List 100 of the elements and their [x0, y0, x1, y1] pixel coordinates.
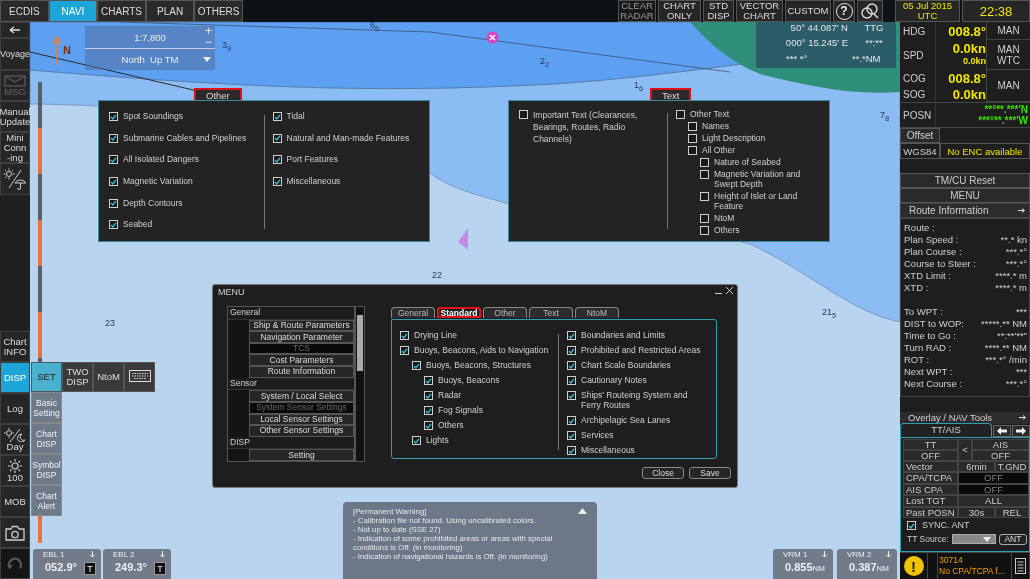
arrow-down-icon[interactable] — [90, 551, 95, 557]
weather-button[interactable] — [0, 163, 30, 195]
checkbox[interactable] — [519, 110, 528, 119]
layers-button[interactable] — [857, 0, 883, 22]
scrollbar[interactable] — [355, 306, 365, 462]
checkbox[interactable] — [109, 177, 118, 187]
chart-info-button[interactable]: Chart INFO — [0, 331, 30, 362]
toolbar-button[interactable]: STD DISP — [703, 0, 734, 22]
tree-item[interactable]: Cost Parameters — [249, 354, 354, 367]
help-button[interactable]: ? — [833, 0, 855, 22]
checkbox[interactable] — [109, 155, 118, 165]
alert-icon[interactable]: ! — [903, 556, 924, 576]
dialog-button[interactable]: Close — [642, 467, 684, 479]
side-button[interactable]: Mini Conn -ing — [0, 132, 30, 163]
mode-tab[interactable]: PLAN — [145, 0, 195, 22]
toolbar-button[interactable]: CHART ONLY — [658, 0, 701, 22]
mob-button[interactable]: MOB — [0, 486, 30, 517]
checkbox[interactable] — [272, 112, 282, 121]
submenu-item[interactable]: Chart DISP — [31, 423, 62, 454]
orientation-dropdown[interactable]: North Up TM — [85, 48, 215, 70]
side-button[interactable]: Voyage — [0, 38, 30, 70]
tt-toggle[interactable]: OFF — [903, 449, 958, 461]
mode-tab[interactable]: OTHERS — [194, 0, 243, 22]
display-tab[interactable]: NtoM — [93, 362, 124, 392]
side-button[interactable]: Log — [0, 393, 30, 424]
settings-tab[interactable]: Other — [483, 307, 527, 318]
checkbox[interactable] — [567, 431, 576, 440]
checkbox[interactable] — [700, 158, 709, 167]
tree-item[interactable]: Setting — [249, 449, 354, 461]
arrow-down-icon[interactable] — [160, 551, 165, 557]
checkbox[interactable] — [567, 391, 576, 400]
ant-button[interactable]: ANT — [998, 533, 1027, 545]
checkbox[interactable] — [109, 133, 118, 143]
setting-value[interactable]: ALL — [958, 495, 1029, 507]
checkbox[interactable] — [424, 391, 433, 400]
panel-button[interactable]: TM/CU Reset — [900, 173, 1030, 188]
display-tab[interactable]: SET — [31, 362, 62, 392]
checkbox[interactable] — [272, 133, 282, 143]
checkbox[interactable] — [272, 155, 282, 165]
checkbox[interactable] — [412, 436, 421, 445]
checkbox[interactable] — [688, 146, 697, 155]
settings-tab[interactable]: Standard — [437, 307, 481, 318]
tree-item[interactable]: Route Information — [249, 366, 354, 378]
arrow-right-icon[interactable] — [1019, 415, 1026, 420]
checkbox[interactable] — [424, 421, 433, 430]
display-tab[interactable]: TWO DISP — [62, 362, 93, 392]
checkbox[interactable] — [700, 226, 709, 235]
tree-item[interactable]: Other Sensor Settings — [249, 425, 354, 437]
checkbox[interactable] — [676, 110, 685, 119]
nav-mode[interactable]: MAN — [986, 22, 1030, 40]
checkbox[interactable] — [400, 331, 409, 340]
checkbox[interactable] — [412, 361, 421, 370]
true-mode-button[interactable]: T — [154, 562, 166, 575]
checkbox[interactable] — [688, 122, 697, 131]
next-button[interactable] — [1012, 424, 1030, 437]
mode-tab[interactable]: CHARTS — [97, 0, 146, 22]
collapse-icon[interactable] — [578, 508, 587, 514]
submenu-item[interactable]: Chart Alert — [31, 485, 62, 516]
tree-item[interactable]: Navigation Parameter — [249, 331, 354, 343]
panel-button[interactable]: MENU — [900, 188, 1030, 203]
checkbox[interactable] — [109, 220, 118, 230]
true-mode-button[interactable]: T — [84, 562, 96, 575]
day-night-button[interactable]: Day — [0, 424, 30, 455]
camera-button[interactable] — [0, 517, 30, 548]
checkbox[interactable] — [567, 446, 576, 455]
checkbox[interactable] — [567, 331, 576, 340]
checkbox[interactable] — [700, 192, 709, 201]
previous-button[interactable] — [993, 424, 1011, 437]
checkbox[interactable] — [424, 376, 433, 385]
keyboard-button[interactable] — [124, 362, 155, 392]
checkbox[interactable] — [700, 170, 709, 179]
tree-item[interactable]: System / Local Select — [249, 390, 354, 402]
submenu-item[interactable]: Symbol DISP — [31, 454, 62, 485]
checkbox[interactable] — [567, 416, 576, 425]
toolbar-button[interactable]: CUSTOM — [785, 0, 831, 22]
back-button[interactable] — [0, 22, 30, 38]
settings-tab[interactable]: NtoM — [575, 307, 619, 318]
list-icon[interactable] — [1015, 558, 1026, 574]
checkbox[interactable] — [272, 177, 282, 187]
checkbox[interactable] — [700, 214, 709, 223]
arrow-down-icon[interactable] — [822, 551, 827, 557]
settings-tab[interactable]: Text — [529, 307, 573, 318]
checkbox[interactable] — [907, 521, 916, 530]
nav-mode[interactable]: MAN — [986, 70, 1030, 102]
toolbar-button[interactable]: VECTOR CHART — [736, 0, 783, 22]
side-button[interactable]: Manual Update — [0, 101, 30, 132]
arrow-right-icon[interactable] — [1018, 208, 1025, 213]
checkbox[interactable] — [567, 361, 576, 370]
brightness-button[interactable]: 100 — [0, 455, 30, 486]
dialog-button[interactable]: Save — [689, 467, 731, 479]
close-icon[interactable] — [726, 287, 733, 294]
source-dropdown[interactable] — [951, 534, 996, 544]
checkbox[interactable] — [400, 346, 409, 355]
checkbox[interactable] — [567, 346, 576, 355]
arrow-down-icon[interactable] — [886, 551, 891, 557]
nav-mode[interactable]: MAN WTC — [986, 40, 1030, 70]
swap-button[interactable]: < — [958, 438, 972, 461]
checkbox[interactable] — [109, 112, 118, 121]
checkbox[interactable] — [567, 376, 576, 385]
zoom-out-button[interactable]: − — [205, 37, 212, 47]
